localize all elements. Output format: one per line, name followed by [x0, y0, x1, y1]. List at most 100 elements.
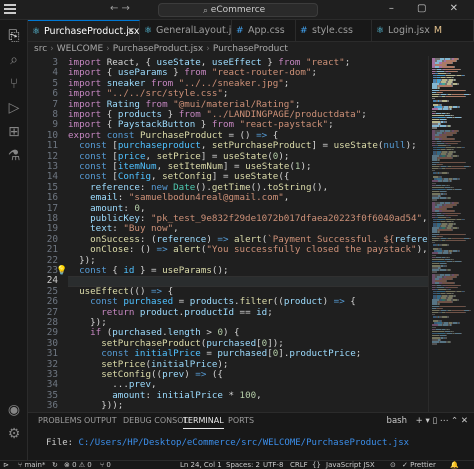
- code-token: [: [106, 171, 118, 183]
- code-token: *: [222, 389, 240, 401]
- code-token: const: [79, 140, 107, 152]
- braces-icon[interactable]: {}: [312, 461, 321, 469]
- terminal-toolbar[interactable]: bash + ▾ ▯ ⋯ ⌃ ✕: [387, 413, 468, 429]
- breadcrumb-item[interactable]: PurchaseProduct: [213, 44, 288, 54]
- minimap-stroke: [446, 311, 465, 314]
- code-token: reference: [394, 233, 428, 245]
- terminal-shell-label[interactable]: bash: [387, 416, 407, 426]
- notifications-bell-icon[interactable]: 🔔: [450, 461, 459, 469]
- minimap-stroke: [455, 151, 456, 153]
- terminal-path-link[interactable]: C:/Users/HP/Desktop/eCommerce/src/WELCOM…: [79, 438, 410, 448]
- code-line[interactable]: }));: [68, 400, 123, 411]
- ports-indicator[interactable]: ⑂ 0: [100, 461, 111, 469]
- minimap-stroke: [456, 60, 457, 62]
- code-line[interactable]: onClose: () => alert("You successfully c…: [68, 244, 428, 255]
- tab-style-css[interactable]: # style.css: [296, 20, 372, 41]
- code-token: import: [68, 57, 102, 68]
- code-token: : (: [139, 233, 157, 245]
- settings-icon[interactable]: ⚙: [6, 426, 22, 442]
- code-token: const: [79, 171, 107, 183]
- minimap-stroke: [464, 290, 465, 293]
- panel-tab-terminal[interactable]: TERMINAL: [183, 413, 224, 429]
- minimap-stroke: [446, 95, 465, 98]
- run-debug-icon[interactable]: ▷: [6, 100, 22, 116]
- code-token: React, {: [101, 57, 157, 68]
- code-token: purchaseproduct: [117, 140, 201, 152]
- line-ending[interactable]: CRLF: [290, 461, 308, 469]
- minimap-stroke: [465, 311, 466, 314]
- minimap-stroke: [461, 116, 462, 119]
- line-number-gutter: 3 4 5 6 7 8 9 10 11 12 13 14 15 16 17 18 19 20 21 22 23 💡 24 25…: [28, 56, 68, 412]
- branch-indicator[interactable]: ⑂ main*: [18, 461, 45, 469]
- breadcrumb-item[interactable]: WELCOME: [57, 44, 103, 54]
- react-file-icon: ⚛: [32, 27, 41, 37]
- problems-counter[interactable]: ⊗ 0 ⚠ 0: [64, 461, 92, 469]
- code-token: reference: [68, 181, 140, 193]
- code-token: ;: [267, 306, 273, 318]
- breadcrumb-item[interactable]: PurchaseProduct.jsx: [113, 44, 203, 54]
- account-icon[interactable]: ◉: [6, 402, 22, 418]
- search-icon: ⌕: [203, 6, 209, 16]
- language-mode[interactable]: JavaScript JSX: [326, 461, 375, 469]
- panel-tab-ports[interactable]: PORTS: [228, 413, 254, 429]
- code-area[interactable]: import React, { useState, useEffect } fr…: [68, 56, 428, 412]
- minimap-stroke: [438, 229, 452, 231]
- code-token: >: [200, 327, 218, 339]
- minimap-stroke: [465, 233, 466, 235]
- window-controls[interactable]: – ▢ ✕: [389, 3, 468, 14]
- panel-tab-output[interactable]: OUTPUT: [84, 413, 117, 429]
- nav-arrows[interactable]: ← →: [110, 3, 130, 14]
- code-token: amount: [68, 389, 146, 401]
- code-token: :: [112, 223, 124, 235]
- code-line[interactable]: const { id } = useParams();: [68, 265, 228, 276]
- minimap-stroke: [451, 108, 452, 110]
- minimap-stroke: [451, 180, 452, 182]
- code-token: ,: [200, 57, 212, 68]
- code-token: }: [162, 109, 179, 120]
- terminal-actions[interactable]: + ▾ ▯ ⋯ ⌃ ✕: [416, 416, 468, 426]
- menu-icon[interactable]: [4, 4, 16, 16]
- command-center-search[interactable]: ⌕ eCommerce: [158, 3, 318, 17]
- tab-app-css[interactable]: # App.css: [232, 20, 296, 41]
- minimap[interactable]: [428, 56, 474, 412]
- code-token: const: [90, 296, 118, 308]
- go-live-icon[interactable]: ⊙: [390, 461, 396, 469]
- tab-purchaseproduct-jsx[interactable]: ⚛PurchaseProduct.jsxM✕: [28, 20, 140, 41]
- sync-icon[interactable]: ↻: [52, 461, 58, 469]
- code-token: amount: [68, 202, 124, 214]
- code-editor[interactable]: 3 4 5 6 7 8 9 10 11 12 13 14 15 16 17 18 19 20 21 22 23 💡 24 25…: [28, 56, 428, 412]
- code-token: ,: [173, 223, 179, 235]
- minimap-stroke: [440, 233, 465, 235]
- minimap-stroke: [461, 332, 462, 335]
- cursor-position[interactable]: Ln 24, Col 1: [180, 461, 222, 469]
- indentation[interactable]: Spaces: 2: [226, 461, 260, 469]
- code-token: "react-paystack": [234, 119, 329, 131]
- title-bar: ← → ⌕ eCommerce – ▢ ✕: [0, 0, 474, 20]
- encoding[interactable]: UTF-8: [263, 461, 283, 469]
- minimap-stroke: [457, 286, 458, 289]
- prettier-status[interactable]: ✓ Prettier: [402, 461, 436, 469]
- tab-label: App.css: [248, 25, 285, 36]
- breadcrumb-item[interactable]: src: [34, 44, 47, 54]
- panel-tab-problems[interactable]: PROBLEMS: [38, 413, 82, 429]
- remote-icon[interactable]: ⊳: [3, 461, 9, 469]
- code-token: =>: [195, 369, 207, 380]
- code-token: });: [68, 254, 96, 266]
- code-token: products: [117, 109, 163, 120]
- close-icon[interactable]: ✕: [127, 21, 135, 41]
- extensions-icon[interactable]: ⊞: [6, 124, 22, 140]
- code-token: import: [68, 77, 102, 89]
- tab-login-jsx[interactable]: ⚛ Login.jsx M: [372, 20, 474, 41]
- code-token: text: [68, 223, 113, 235]
- code-token: useState: [222, 150, 268, 162]
- testing-icon[interactable]: ⚗: [6, 148, 22, 164]
- tab-generallayout-jsx[interactable]: ⚛GeneralLayout.jsx: [140, 20, 232, 41]
- minimap-stroke: [446, 167, 465, 170]
- code-token: ): [184, 369, 196, 380]
- minimap-stroke: [452, 134, 453, 136]
- explorer-icon[interactable]: ⎘: [6, 28, 22, 44]
- search-icon[interactable]: ⌕: [6, 52, 22, 68]
- source-control-icon[interactable]: ⑂: [6, 76, 22, 92]
- code-token: from: [184, 67, 207, 79]
- minimap-stroke: [452, 301, 453, 303]
